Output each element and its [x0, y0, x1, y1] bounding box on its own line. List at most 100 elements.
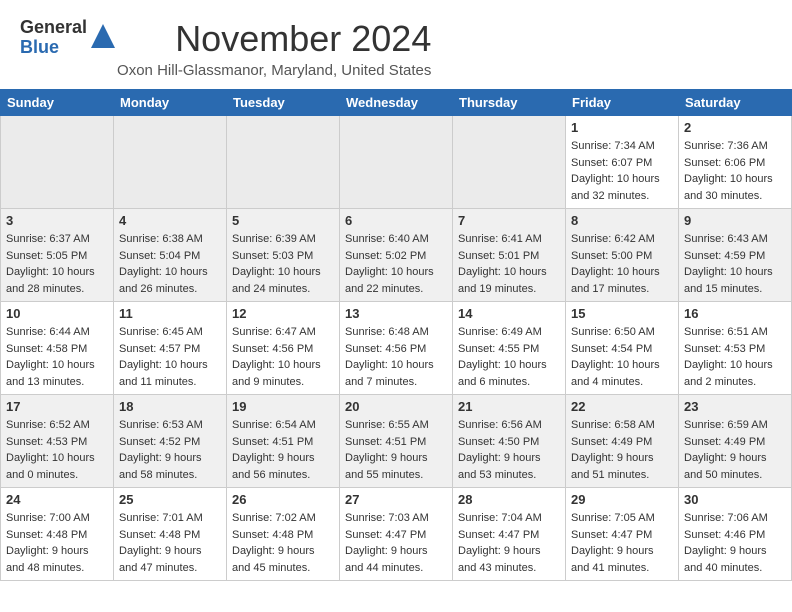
- day-cell: 8 Sunrise: 6:42 AM Sunset: 5:00 PM Daylig…: [566, 209, 679, 302]
- day-cell: 21 Sunrise: 6:56 AM Sunset: 4:50 PM Dayli…: [453, 395, 566, 488]
- day-number: 20: [345, 399, 447, 414]
- day-cell: 2 Sunrise: 7:36 AM Sunset: 6:06 PM Daylig…: [679, 116, 792, 209]
- day-info: Sunrise: 6:39 AM Sunset: 5:03 PM Dayligh…: [232, 231, 334, 297]
- day-cell: [453, 116, 566, 209]
- weekday-header-monday: Monday: [114, 90, 227, 116]
- day-cell: 22 Sunrise: 6:58 AM Sunset: 4:49 PM Dayli…: [566, 395, 679, 488]
- day-number: 5: [232, 213, 334, 228]
- day-cell: 10 Sunrise: 6:44 AM Sunset: 4:58 PM Dayli…: [1, 302, 114, 395]
- day-info: Sunrise: 7:36 AM Sunset: 6:06 PM Dayligh…: [684, 138, 786, 204]
- weekday-header-friday: Friday: [566, 90, 679, 116]
- day-cell: 28 Sunrise: 7:04 AM Sunset: 4:47 PM Dayli…: [453, 488, 566, 581]
- day-number: 2: [684, 120, 786, 135]
- day-cell: 15Sunrise: 6:50 AM Sunset: 4:54 PM Dayli…: [566, 302, 679, 395]
- day-number: 6: [345, 213, 447, 228]
- week-row-3: 10 Sunrise: 6:44 AM Sunset: 4:58 PM Dayli…: [1, 302, 792, 395]
- logo-text: General Blue: [20, 18, 87, 58]
- day-number: 9: [684, 213, 786, 228]
- day-info: Sunrise: 6:48 AM Sunset: 4:56 PM Dayligh…: [345, 324, 447, 390]
- day-cell: [340, 116, 453, 209]
- weekday-header-row: SundayMondayTuesdayWednesdayThursdayFrid…: [1, 90, 792, 116]
- day-info: Sunrise: 6:42 AM Sunset: 5:00 PM Dayligh…: [571, 231, 673, 297]
- day-info: Sunrise: 7:02 AM Sunset: 4:48 PM Dayligh…: [232, 510, 334, 576]
- day-info: Sunrise: 7:05 AM Sunset: 4:47 PM Dayligh…: [571, 510, 673, 576]
- day-info: Sunrise: 6:53 AM Sunset: 4:52 PM Dayligh…: [119, 417, 221, 483]
- day-number: 21: [458, 399, 560, 414]
- day-number: 28: [458, 492, 560, 507]
- page-header: General Blue November 2024 Oxon Hill-Gla…: [0, 0, 792, 89]
- day-cell: [227, 116, 340, 209]
- day-number: 1: [571, 120, 673, 135]
- logo-icon: [89, 22, 117, 55]
- day-cell: 23 Sunrise: 6:59 AM Sunset: 4:49 PM Dayli…: [679, 395, 792, 488]
- weekday-header-wednesday: Wednesday: [340, 90, 453, 116]
- day-info: Sunrise: 6:51 AM Sunset: 4:53 PM Dayligh…: [684, 324, 786, 390]
- day-number: 15: [571, 306, 673, 321]
- day-info: Sunrise: 7:03 AM Sunset: 4:47 PM Dayligh…: [345, 510, 447, 576]
- day-cell: 14Sunrise: 6:49 AM Sunset: 4:55 PM Dayli…: [453, 302, 566, 395]
- day-number: 10: [6, 306, 108, 321]
- day-number: 8: [571, 213, 673, 228]
- day-cell: 24Sunrise: 7:00 AM Sunset: 4:48 PM Dayli…: [1, 488, 114, 581]
- day-number: 23: [684, 399, 786, 414]
- day-cell: 20Sunrise: 6:55 AM Sunset: 4:51 PM Dayli…: [340, 395, 453, 488]
- day-info: Sunrise: 7:01 AM Sunset: 4:48 PM Dayligh…: [119, 510, 221, 576]
- day-cell: 27Sunrise: 7:03 AM Sunset: 4:47 PM Dayli…: [340, 488, 453, 581]
- day-cell: 16 Sunrise: 6:51 AM Sunset: 4:53 PM Dayli…: [679, 302, 792, 395]
- day-cell: 3Sunrise: 6:37 AM Sunset: 5:05 PM Daylig…: [1, 209, 114, 302]
- day-info: Sunrise: 6:45 AM Sunset: 4:57 PM Dayligh…: [119, 324, 221, 390]
- day-info: Sunrise: 6:52 AM Sunset: 4:53 PM Dayligh…: [6, 417, 108, 483]
- day-cell: 9 Sunrise: 6:43 AM Sunset: 4:59 PM Daylig…: [679, 209, 792, 302]
- day-number: 30: [684, 492, 786, 507]
- day-cell: 19 Sunrise: 6:54 AM Sunset: 4:51 PM Dayli…: [227, 395, 340, 488]
- day-info: Sunrise: 6:43 AM Sunset: 4:59 PM Dayligh…: [684, 231, 786, 297]
- title-block: November 2024 Oxon Hill-Glassmanor, Mary…: [117, 18, 431, 79]
- day-number: 22: [571, 399, 673, 414]
- day-info: Sunrise: 7:04 AM Sunset: 4:47 PM Dayligh…: [458, 510, 560, 576]
- day-info: Sunrise: 6:58 AM Sunset: 4:49 PM Dayligh…: [571, 417, 673, 483]
- day-cell: 13Sunrise: 6:48 AM Sunset: 4:56 PM Dayli…: [340, 302, 453, 395]
- day-cell: [1, 116, 114, 209]
- logo-general: General: [20, 18, 87, 38]
- day-number: 12: [232, 306, 334, 321]
- day-info: Sunrise: 6:59 AM Sunset: 4:49 PM Dayligh…: [684, 417, 786, 483]
- day-number: 24: [6, 492, 108, 507]
- week-row-4: 17 Sunrise: 6:52 AM Sunset: 4:53 PM Dayli…: [1, 395, 792, 488]
- day-cell: 29 Sunrise: 7:05 AM Sunset: 4:47 PM Dayli…: [566, 488, 679, 581]
- day-cell: 11 Sunrise: 6:45 AM Sunset: 4:57 PM Dayli…: [114, 302, 227, 395]
- day-number: 7: [458, 213, 560, 228]
- day-info: Sunrise: 6:56 AM Sunset: 4:50 PM Dayligh…: [458, 417, 560, 483]
- day-number: 19: [232, 399, 334, 414]
- day-number: 11: [119, 306, 221, 321]
- day-info: Sunrise: 6:44 AM Sunset: 4:58 PM Dayligh…: [6, 324, 108, 390]
- day-cell: [114, 116, 227, 209]
- day-cell: 30 Sunrise: 7:06 AM Sunset: 4:46 PM Dayli…: [679, 488, 792, 581]
- day-number: 16: [684, 306, 786, 321]
- month-title: November 2024: [117, 18, 431, 60]
- day-info: Sunrise: 7:34 AM Sunset: 6:07 PM Dayligh…: [571, 138, 673, 204]
- weekday-header-tuesday: Tuesday: [227, 90, 340, 116]
- day-info: Sunrise: 6:54 AM Sunset: 4:51 PM Dayligh…: [232, 417, 334, 483]
- day-cell: 18Sunrise: 6:53 AM Sunset: 4:52 PM Dayli…: [114, 395, 227, 488]
- day-number: 4: [119, 213, 221, 228]
- day-number: 17: [6, 399, 108, 414]
- day-number: 3: [6, 213, 108, 228]
- day-number: 29: [571, 492, 673, 507]
- day-info: Sunrise: 7:06 AM Sunset: 4:46 PM Dayligh…: [684, 510, 786, 576]
- day-cell: 4Sunrise: 6:38 AM Sunset: 5:04 PM Daylig…: [114, 209, 227, 302]
- day-cell: 1 Sunrise: 7:34 AM Sunset: 6:07 PM Daylig…: [566, 116, 679, 209]
- calendar-table: SundayMondayTuesdayWednesdayThursdayFrid…: [0, 89, 792, 581]
- weekday-header-thursday: Thursday: [453, 90, 566, 116]
- day-info: Sunrise: 6:49 AM Sunset: 4:55 PM Dayligh…: [458, 324, 560, 390]
- day-cell: 6Sunrise: 6:40 AM Sunset: 5:02 PM Daylig…: [340, 209, 453, 302]
- day-info: Sunrise: 6:47 AM Sunset: 4:56 PM Dayligh…: [232, 324, 334, 390]
- day-cell: 25 Sunrise: 7:01 AM Sunset: 4:48 PM Dayli…: [114, 488, 227, 581]
- week-row-1: 1 Sunrise: 7:34 AM Sunset: 6:07 PM Daylig…: [1, 116, 792, 209]
- weekday-header-saturday: Saturday: [679, 90, 792, 116]
- logo-blue: Blue: [20, 38, 87, 58]
- week-row-2: 3Sunrise: 6:37 AM Sunset: 5:05 PM Daylig…: [1, 209, 792, 302]
- day-number: 25: [119, 492, 221, 507]
- week-row-5: 24Sunrise: 7:00 AM Sunset: 4:48 PM Dayli…: [1, 488, 792, 581]
- day-cell: 5 Sunrise: 6:39 AM Sunset: 5:03 PM Daylig…: [227, 209, 340, 302]
- day-number: 26: [232, 492, 334, 507]
